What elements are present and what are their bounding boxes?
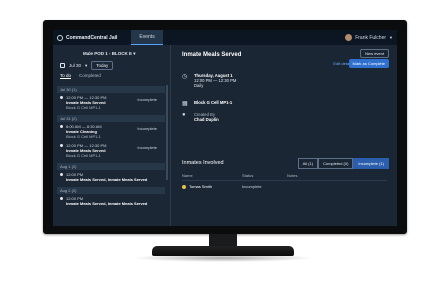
day-header: Aug 2 (2) [57,187,165,194]
day-header: Jul 30 (1) [57,86,165,93]
block-selector[interactable]: Male POD 1 - BLOCK E ▾ [83,51,136,57]
brand-name: CommandCentral Jail [66,34,118,41]
filter-incomplete[interactable]: Incomplete (1) [353,158,389,169]
item-location: Block G Cell MP1-1 [66,153,101,158]
avatar [345,34,353,41]
inmate-status: Incomplete [242,184,262,189]
date-row: Jul 30 ▾ Today [60,61,114,70]
inmates-title: Inmates Involved [182,160,224,166]
user-menu[interactable]: Frank Fulcher ▼ [345,34,393,41]
column-notes: Notes [287,173,298,178]
item-title: Inmate Meals Served, Inmate Meals Served [66,177,148,182]
today-button[interactable]: Today [91,61,114,70]
date-picker[interactable]: Jul 30 [69,63,81,68]
item-location: Block G Cell MP1-1 [66,105,101,110]
chevron-down-icon: ▼ [389,35,393,40]
event-location: ▦ Block G Cell MP1-1 [182,100,233,107]
clock-icon: ◷ [182,74,188,80]
app-screen: CommandCentral Jail Events Frank Fulcher… [53,30,397,226]
list-tabs: To do Completed [60,73,101,79]
chevron-down-icon: ▾ [85,62,88,68]
item-title: Inmate Meals Served, Inmate Meals Served [66,201,148,206]
created-by-name: Chad Duplin [194,117,219,122]
event-detail-panel: Inmate Meals Served New event Edit detai… [172,45,397,226]
day-header: Aug 1 (2) [57,163,165,170]
tab-todo[interactable]: To do [60,73,72,79]
list-item[interactable]: 8:00 AM — 8:30 AM Inmate Cleaning Block … [57,122,165,141]
bullet-icon [60,197,63,200]
tab-completed[interactable]: Completed [79,73,101,79]
list-item[interactable]: 12:00 PM Inmate Meals Served, Inmate Mea… [57,194,165,208]
column-status: Status [242,173,254,178]
table-header: Name Status Notes [182,173,387,181]
event-list-panel: Male POD 1 - BLOCK E ▾ Jul 30 ▾ Today To… [53,45,171,226]
scrollbar[interactable] [166,85,168,180]
block-selector-label: Male POD 1 - BLOCK E [83,51,133,56]
user-icon: ● [182,112,186,118]
item-status: Incomplete [137,97,157,102]
location-text: Block G Cell MP1-1 [194,100,233,105]
event-title: Inmate Meals Served [182,52,242,58]
bullet-icon [60,125,63,128]
bullet-icon [60,144,63,147]
bullet-icon [60,173,63,176]
event-list: Jul 30 (1) 12:00 PM — 12:30 PM Inmate Me… [57,83,165,208]
table-row[interactable]: Tomas Smith Incomplete [182,181,387,189]
item-status: Incomplete [137,145,157,150]
calendar-icon [60,63,65,68]
list-item[interactable]: 12:00 PM — 12:30 PM Inmate Meals Served … [57,93,165,112]
inmate-filters: All (1) Completed (0) Incomplete (1) [297,158,389,169]
mark-complete-button[interactable]: Mark as Complete [348,59,389,68]
bullet-icon [60,96,63,99]
building-icon: ▦ [182,101,188,107]
list-item[interactable]: 12:00 PM — 12:30 PM Inmate Meals Served … [57,141,165,160]
filter-completed[interactable]: Completed (0) [318,158,354,169]
day-header: Jul 31 (2) [57,115,165,122]
inmate-name: Tomas Smith [189,184,213,189]
event-repeat: Daily [194,83,204,88]
item-status: Incomplete [137,126,157,131]
monitor-stand-base [152,246,294,256]
column-name: Name [182,173,193,178]
tab-events[interactable]: Events [131,30,163,45]
logo-icon [57,34,63,41]
event-creator: ● Created By Chad Duplin [182,112,219,122]
filter-all[interactable]: All (1) [297,158,319,169]
chevron-down-icon: ▾ [133,51,136,56]
item-location: Block G Cell MP1-1 [66,134,101,139]
event-datetime: ◷ Thursday, August 1 12:00 PM — 12:30 PM… [182,73,236,88]
inmates-table: Name Status Notes Tomas Smith Incomplete [182,173,387,189]
avatar [182,184,186,189]
inmate-cell: Tomas Smith [182,184,242,189]
new-event-button[interactable]: New event [360,49,389,58]
user-name: Frank Fulcher [355,34,387,41]
top-bar: CommandCentral Jail Events Frank Fulcher… [53,30,397,45]
list-item[interactable]: 12:00 PM Inmate Meals Served, Inmate Mea… [57,170,165,184]
